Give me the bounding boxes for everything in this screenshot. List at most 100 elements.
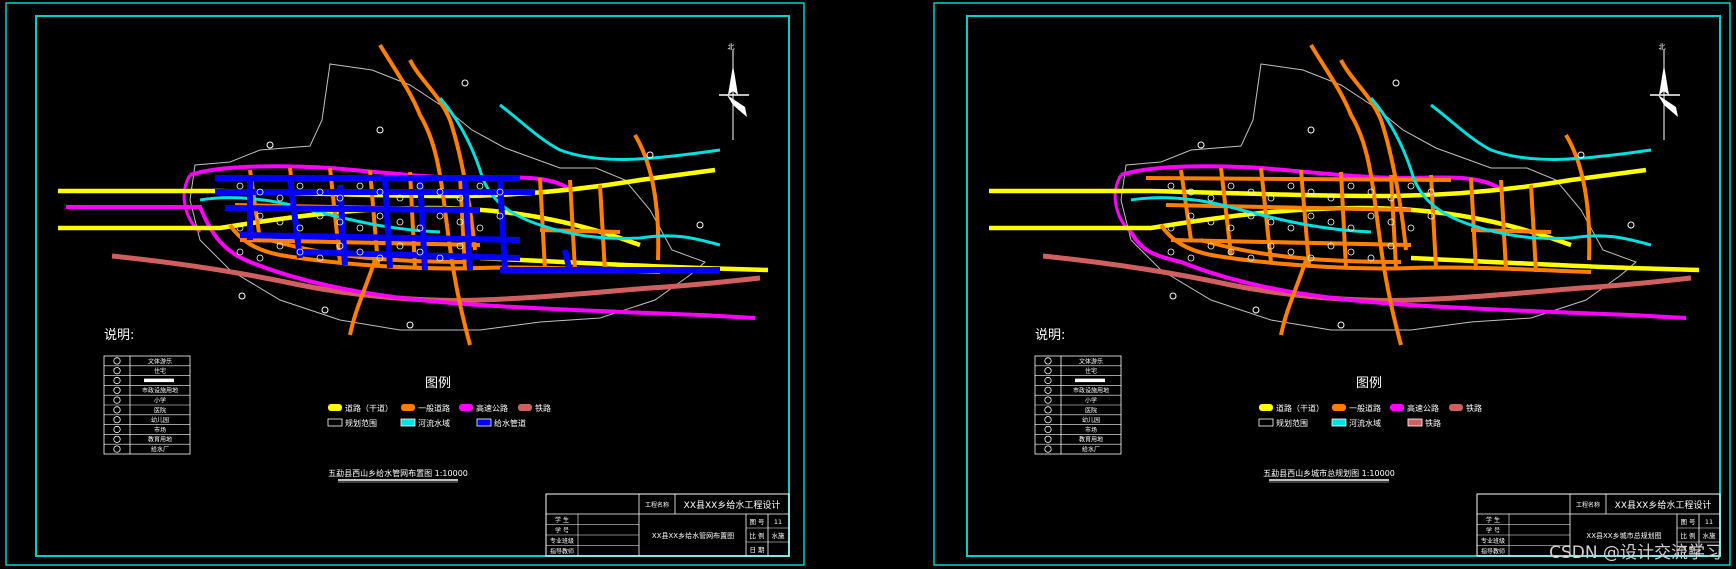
map-marker: [696, 221, 704, 229]
facility-list-label: 教育用地: [1079, 436, 1103, 444]
facility-symbol: [1167, 248, 1175, 256]
facility-list-icon: [1044, 416, 1052, 424]
facility-list-icon: [113, 416, 121, 424]
legend-label-railway: 铁路: [1466, 403, 1482, 413]
facility-symbol: [436, 212, 444, 220]
facility-symbol: [1227, 182, 1235, 190]
facility-list-label: 文体游乐: [1079, 357, 1103, 365]
title-role-label: 学 号: [555, 527, 569, 535]
facility-symbol: [1267, 218, 1275, 226]
trunk-road-2: [989, 205, 1572, 248]
project-label: 工程名称: [645, 501, 669, 509]
facility-symbol: [476, 224, 484, 232]
legend-swatch-river: [1331, 418, 1347, 427]
legend-title: 图例: [1356, 376, 1382, 391]
legend-swatch-water_pipe: [476, 418, 492, 427]
facility-list-icon: [113, 376, 121, 385]
legend-swatch-general_road: [1332, 404, 1346, 411]
facility-list-label: 住宅: [1085, 367, 1097, 375]
facility-list-icon: [1044, 406, 1052, 414]
cad-drawing-canvas: 北 北 说明:文体游乐住宅市政设施用地小学医院幼儿园市场教育用地给水厂图例道路（…: [5, 2, 1731, 566]
facility-list-icon: [113, 396, 121, 404]
facility-symbol: [356, 224, 364, 232]
facility-symbol: [356, 182, 364, 190]
title-role-label: 学 号: [1486, 527, 1500, 535]
facility-list-label: 医院: [1085, 406, 1097, 414]
facility-symbol: [1367, 212, 1375, 220]
facility-list-icon: [113, 435, 121, 443]
facility-list-label: 小学: [1085, 397, 1097, 405]
facility-list-label: 给水厂: [151, 446, 169, 454]
facility-list-swatch: [144, 378, 174, 383]
facility-symbol: [1407, 224, 1415, 232]
left-sheet-annotations: 说明: 文体游乐住宅市政设施用地小学医院幼儿园市场教育用地给水厂 图例道路（干道） 一…: [103, 79, 790, 557]
facility-list-label: 住宅: [154, 367, 166, 375]
legend-label-trunk_road: 道路（干道）: [345, 403, 393, 413]
csdn-watermark: CSDN @设计交流学习: [1549, 543, 1722, 563]
facility-list-label: 幼儿园: [1082, 416, 1100, 424]
legend-label-expressway: 高速公路: [476, 403, 508, 413]
facility-symbol: [476, 182, 484, 190]
facility-symbol: [1187, 254, 1195, 262]
facility-list-icon: [1044, 376, 1052, 385]
facility-list-label: 市场: [1085, 426, 1097, 434]
north-label: 北: [1659, 43, 1666, 51]
facility-symbol: [276, 194, 284, 202]
right-sheet-annotations: 说明: 文体游乐住宅市政设施用地小学医院幼儿园市场教育用地给水厂 图例道路（干道） 一…: [1034, 79, 1721, 557]
facility-symbol: [1287, 224, 1295, 232]
north-label: 北: [728, 43, 735, 51]
facility-list-label: 幼儿园: [151, 416, 169, 424]
facility-symbol: [256, 254, 264, 262]
facility-list-label: 文体游乐: [148, 357, 172, 365]
facility-list-icon: [1044, 386, 1052, 394]
map-marker: [1197, 141, 1205, 149]
legend-swatch-boundary: [327, 418, 343, 427]
facility-list-icon: [113, 357, 121, 365]
map-marker: [1337, 321, 1345, 329]
title-role-label: 学 生: [1486, 516, 1500, 524]
legend-swatch-river: [400, 418, 416, 427]
facility-list-label: 医院: [154, 406, 166, 414]
legend-label-river: 河流水域: [1349, 418, 1381, 428]
facility-list-icon: [1044, 357, 1052, 365]
facility-symbol: [1407, 182, 1415, 190]
project-name: XX县XX乡给水工程设计: [684, 499, 781, 511]
title-role-label: 学 生: [555, 516, 569, 524]
legend-swatch-trunk_road: [1259, 404, 1273, 411]
title-meta-value: 水施: [772, 531, 786, 540]
title-meta-label: 比 例: [749, 531, 764, 540]
legend-swatch-railway: [1449, 404, 1463, 411]
title-role-label: 专业班级: [1481, 537, 1505, 545]
legend-swatch-trunk_road: [328, 404, 342, 411]
facility-symbol: [1207, 194, 1215, 202]
river: [1369, 97, 1652, 247]
facility-symbol: [1287, 248, 1295, 256]
title-meta-label: 图 号: [1680, 518, 1696, 526]
facility-symbol: [1347, 248, 1355, 256]
river: [438, 97, 721, 247]
legend-label-water_pipe: 给水管道: [494, 418, 526, 428]
legend-swatch-expressway: [459, 404, 473, 411]
legend-label-railway: 铁路: [535, 403, 551, 413]
facility-list-label: 给水厂: [1082, 446, 1100, 454]
title-role-label: 指导教师: [1481, 548, 1505, 556]
project-name: XX县XX乡给水工程设计: [1615, 499, 1712, 511]
title-role-label: 专业班级: [550, 537, 574, 545]
map-marker: [266, 141, 274, 149]
title-meta-label: 图 号: [749, 518, 765, 526]
facility-list-icon: [113, 386, 121, 394]
notes-label: 说明:: [104, 328, 134, 343]
facility-symbol: [1307, 212, 1315, 220]
map-marker: [321, 306, 329, 314]
legend-swatch-railway: [518, 404, 532, 411]
facility-list-label: 市场: [154, 426, 166, 434]
river-north: [1430, 103, 1652, 161]
north-arrow: 北: [1650, 43, 1680, 140]
map-marker: [1392, 79, 1400, 87]
title-meta-value: 11: [1705, 518, 1713, 526]
facility-symbol: [1167, 182, 1175, 190]
facility-list-icon: [113, 406, 121, 414]
map-marker: [238, 292, 246, 300]
facility-list-icon: [1044, 367, 1052, 375]
title-meta-label: 日 期: [749, 546, 765, 554]
